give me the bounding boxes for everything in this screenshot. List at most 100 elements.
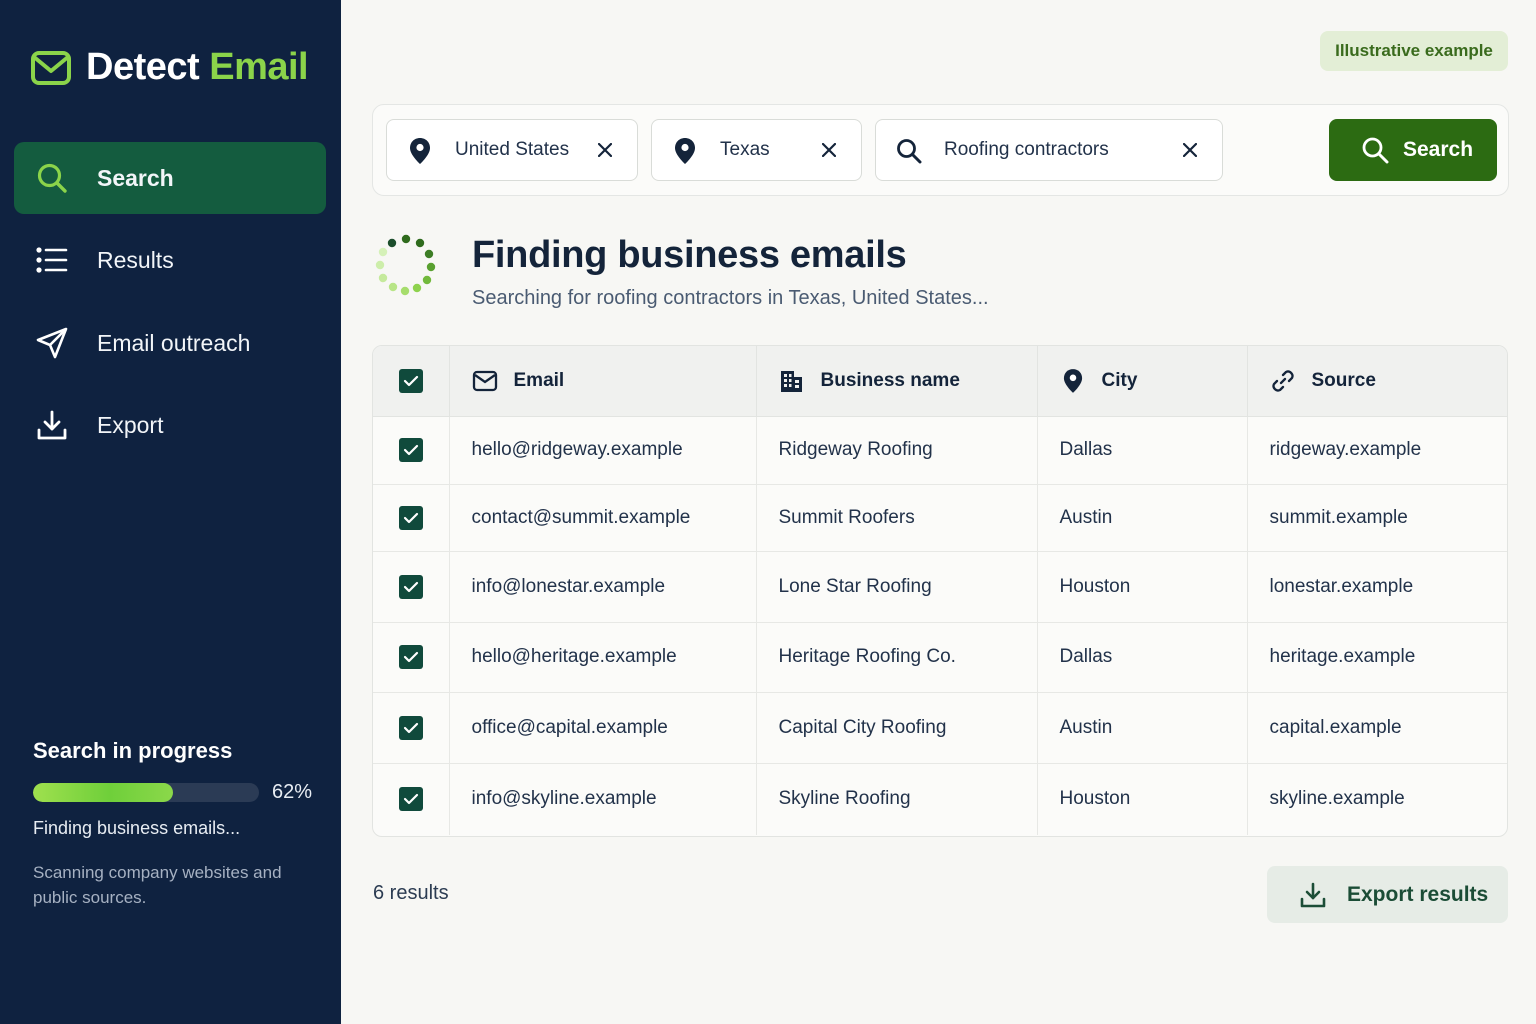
country-filter-chip[interactable]: United States: [386, 119, 638, 181]
export-results-button[interactable]: Export results: [1267, 866, 1508, 923]
city-cell: Houston: [1037, 551, 1248, 623]
page-title: Finding business emails: [472, 234, 907, 276]
select-all-cell: [373, 346, 450, 417]
export-results-label: Export results: [1347, 882, 1489, 906]
progress-bar: [33, 783, 259, 802]
table-row[interactable]: contact@summit.example Summit Roofers Aust…: [373, 484, 1507, 552]
table-row[interactable]: hello@heritage.example Heritage Roofing C…: [373, 622, 1507, 693]
table-row[interactable]: info@skyline.example Skyline Roofing Houst…: [373, 763, 1507, 835]
pin-icon: [672, 137, 698, 165]
business-name-cell: Skyline Roofing: [756, 763, 1038, 835]
row-checkbox[interactable]: [398, 574, 423, 599]
download-icon: [34, 407, 70, 443]
mail-logo-icon: [31, 50, 71, 85]
app-name-part2: Email: [209, 46, 309, 88]
search-icon: [896, 137, 922, 165]
row-select-cell: [373, 763, 450, 835]
business-name-cell: Capital City Roofing: [756, 692, 1038, 764]
city-cell: Austin: [1037, 692, 1248, 764]
progress-bar-fill: [33, 783, 174, 802]
send-icon: [34, 325, 70, 361]
close-icon[interactable]: [595, 140, 615, 160]
sidebar-item-results[interactable]: Results: [14, 224, 326, 296]
row-select-cell: [373, 484, 450, 552]
sidebar-item-export[interactable]: Export: [14, 389, 326, 461]
sidebar-item-search[interactable]: Search: [14, 142, 326, 214]
email-cell[interactable]: info@skyline.example: [449, 763, 757, 835]
progress-title: Search in progress: [33, 738, 233, 763]
search-icon: [1361, 136, 1389, 164]
row-checkbox[interactable]: [398, 505, 423, 530]
source-cell[interactable]: summit.example: [1247, 484, 1507, 552]
search-icon: [34, 160, 70, 196]
row-checkbox[interactable]: [398, 645, 423, 669]
email-cell[interactable]: hello@heritage.example: [449, 622, 757, 693]
list-icon: [34, 242, 70, 278]
row-checkbox[interactable]: [398, 438, 423, 462]
column-label: City: [1101, 369, 1138, 391]
column-header-source[interactable]: Source: [1247, 346, 1507, 417]
column-header-business-name[interactable]: Business name: [756, 346, 1038, 417]
city-cell: Houston: [1037, 763, 1248, 835]
pin-icon: [407, 137, 433, 165]
email-cell[interactable]: contact@summit.example: [449, 484, 757, 552]
business-name-cell: Heritage Roofing Co.: [756, 622, 1038, 693]
sidebar-item-label: Email outreach: [97, 329, 251, 356]
search-filter-bar: United States Texas Roofing contractors …: [372, 104, 1509, 196]
email-cell[interactable]: hello@ridgeway.example: [449, 416, 757, 485]
source-cell[interactable]: capital.example: [1247, 692, 1507, 764]
pin-icon: [1060, 368, 1086, 394]
column-header-city[interactable]: City: [1037, 346, 1248, 417]
column-label: Email: [513, 369, 565, 391]
link-icon: [1270, 368, 1296, 394]
app-logo[interactable]: Detect Email: [30, 46, 309, 89]
query-filter-value: Roofing contractors: [944, 139, 1109, 160]
email-cell[interactable]: info@lonestar.example: [449, 551, 757, 623]
search-button-label: Search: [1403, 138, 1474, 161]
source-cell[interactable]: skyline.example: [1247, 763, 1507, 835]
column-label: Business name: [820, 369, 960, 391]
progress-status: Finding business emails...: [33, 818, 241, 838]
business-name-cell: Lone Star Roofing: [756, 551, 1038, 623]
business-name-cell: Ridgeway Roofing: [756, 416, 1038, 485]
query-filter-chip[interactable]: Roofing contractors: [875, 119, 1223, 181]
column-label: Source: [1311, 369, 1376, 391]
close-icon[interactable]: [1180, 140, 1200, 160]
table-row[interactable]: info@lonestar.example Lone Star Roofing Ho…: [373, 551, 1507, 623]
loading-spinner-icon: [375, 234, 436, 296]
mail-icon: [472, 368, 498, 394]
progress-percent: 62%: [272, 781, 313, 803]
row-select-cell: [373, 692, 450, 764]
table-row[interactable]: office@capital.example Capital City Roofi…: [373, 692, 1507, 764]
state-filter-chip[interactable]: Texas: [651, 119, 862, 181]
city-cell: Dallas: [1037, 416, 1248, 485]
sidebar-item-email-outreach[interactable]: Email outreach: [14, 307, 326, 379]
row-checkbox[interactable]: [398, 787, 423, 812]
email-cell[interactable]: office@capital.example: [449, 692, 757, 764]
row-select-cell: [373, 551, 450, 623]
sidebar-item-label: Export: [97, 411, 164, 438]
progress-note: Scanning company websites and public sou…: [33, 863, 282, 907]
close-icon[interactable]: [819, 140, 839, 160]
country-filter-value: United States: [455, 139, 570, 160]
state-filter-value: Texas: [720, 139, 770, 160]
source-cell[interactable]: heritage.example: [1247, 622, 1507, 693]
sidebar-item-label: Results: [97, 246, 174, 273]
city-cell: Dallas: [1037, 622, 1248, 693]
table-header-row: Email Business name City Source: [373, 346, 1507, 417]
sidebar-item-label: Search: [97, 164, 174, 191]
table-row[interactable]: hello@ridgeway.example Ridgeway Roofing Da…: [373, 416, 1507, 485]
column-header-email[interactable]: Email: [449, 346, 757, 417]
select-all-checkbox[interactable]: [398, 368, 423, 393]
row-select-cell: [373, 622, 450, 693]
row-select-cell: [373, 416, 450, 485]
search-button[interactable]: Search: [1329, 119, 1497, 181]
building-icon: [779, 368, 805, 394]
row-checkbox[interactable]: [398, 715, 423, 740]
sidebar: Detect Email Search Results Email outrea…: [0, 0, 341, 1024]
source-cell[interactable]: ridgeway.example: [1247, 416, 1507, 485]
app-name: Detect Email: [86, 46, 309, 89]
app-name-part1: Detect: [86, 46, 200, 88]
results-count: 6 results: [373, 882, 449, 904]
source-cell[interactable]: lonestar.example: [1247, 551, 1507, 623]
